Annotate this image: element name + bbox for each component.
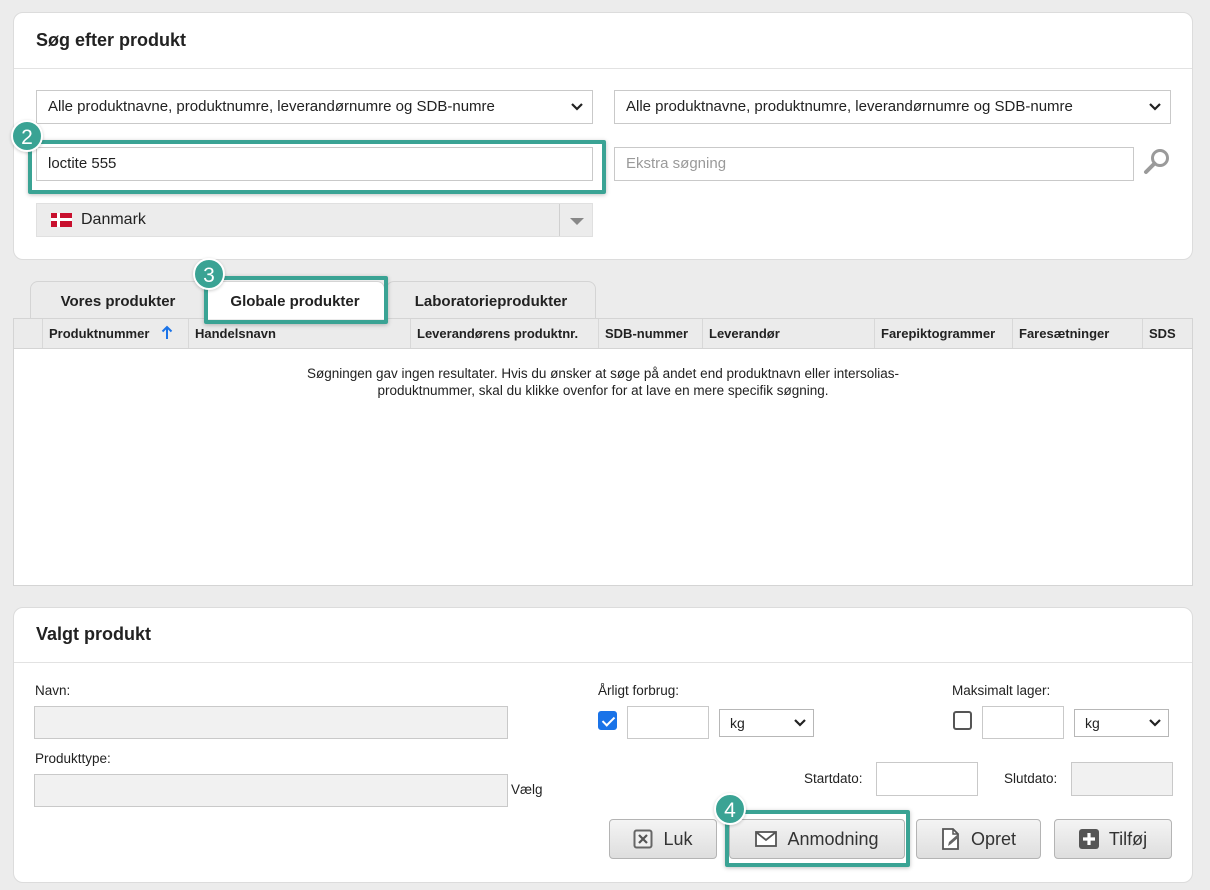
choose-product-type-link[interactable]: Vælg [511,782,543,797]
document-edit-icon [942,828,959,850]
step-2-badge: 2 [11,120,43,152]
step-3-highlight [204,276,388,324]
close-box-icon [633,829,653,849]
start-date-label: Startdato: [804,771,863,786]
selected-product-title: Valgt produkt [36,624,152,644]
extra-search-input[interactable]: Ekstra søgning [614,147,1134,181]
yearly-consumption-checkbox[interactable] [598,711,617,730]
country-select[interactable]: Danmark [36,203,593,237]
column-header-supplier[interactable]: Leverandør [702,319,874,348]
name-label: Navn: [35,683,71,698]
yearly-unit-value: kg [730,715,745,731]
step-3-badge: 3 [193,258,225,290]
chevron-down-icon [794,719,806,727]
selected-product-panel: Valgt produkt Navn: Produkttype: Vælg År… [13,607,1193,883]
search-scope-select-left[interactable]: Alle produktnavne, produktnumre, leveran… [36,90,593,124]
search-scope-right-value: Alle produktnavne, produktnumre, leveran… [626,98,1073,115]
empty-results-line-2: produktnummer, skal du klikke ovenfor fo… [377,383,829,398]
column-header-supplier-product-number[interactable]: Leverandørens produktnr. [410,319,598,348]
search-scope-select-right[interactable]: Alle produktnavne, produktnumre, leveran… [614,90,1171,124]
plus-box-icon [1078,829,1099,849]
search-panel-title: Søg efter produkt [36,30,187,50]
product-type-field [34,774,508,807]
end-date-field [1071,762,1173,796]
country-dropdown-toggle[interactable] [559,204,592,236]
create-button-label: Opret [970,828,1017,849]
chevron-down-icon [571,103,583,111]
tab-laboratory-products-label: Laboratorieprodukter [414,293,568,310]
name-field [34,706,508,739]
caret-down-icon [570,218,584,225]
selected-product-divider [14,662,1192,663]
product-type-label: Produkttype: [35,751,111,766]
step-4-highlight [725,810,910,867]
column-header-hazard-statements[interactable]: Faresætninger [1012,319,1142,348]
results-table: Produktnummer Handelsnavn Leverandørens … [13,318,1193,586]
max-stock-input[interactable] [982,706,1064,739]
add-button[interactable]: Tilføj [1054,819,1172,859]
close-button[interactable]: Luk [609,819,717,859]
yearly-consumption-input[interactable] [627,706,709,739]
search-scope-left-value: Alle produktnavne, produktnumre, leveran… [48,98,495,115]
start-date-input[interactable] [876,762,978,796]
step-4-badge: 4 [714,793,746,825]
step-2-highlight [28,140,606,194]
table-header: Produktnummer Handelsnavn Leverandørens … [14,319,1192,349]
max-stock-label: Maksimalt lager: [952,683,1051,698]
create-button[interactable]: Opret [916,819,1041,859]
max-stock-checkbox[interactable] [953,711,972,730]
denmark-flag-icon [51,213,72,227]
chevron-down-icon [1149,103,1161,111]
search-icon[interactable] [1142,147,1172,177]
tab-our-products[interactable]: Vores produkter [30,281,206,319]
search-panel-divider [14,68,1192,69]
sort-ascending-icon [161,325,173,339]
empty-results-line-1: Søgningen gav ingen resultater. Hvis du … [306,366,900,381]
yearly-consumption-unit-select[interactable]: kg [719,709,814,737]
close-button-label: Luk [663,828,693,849]
chevron-down-icon [1149,719,1161,727]
yearly-consumption-label: Årligt forbrug: [598,683,680,698]
search-panel: Søg efter produkt Alle produktnavne, pro… [13,12,1193,260]
max-stock-unit-select[interactable]: kg [1074,709,1169,737]
column-header-sds-number[interactable]: SDB-nummer [598,319,702,348]
empty-results-message: Søgningen gav ingen resultater. Hvis du … [14,365,1192,399]
column-header-sds[interactable]: SDS [1142,319,1192,348]
tab-laboratory-products[interactable]: Laboratorieprodukter [386,281,596,319]
end-date-label: Slutdato: [1004,771,1058,786]
tab-our-products-label: Vores produkter [60,293,176,310]
column-header-hazard-pictograms[interactable]: Farepiktogrammer [874,319,1012,348]
column-header-product-number[interactable]: Produktnummer [42,319,188,348]
add-button-label: Tilføj [1108,828,1148,849]
extra-search-placeholder: Ekstra søgning [626,155,727,172]
country-label: Danmark [81,211,146,228]
max-unit-value: kg [1085,715,1100,731]
